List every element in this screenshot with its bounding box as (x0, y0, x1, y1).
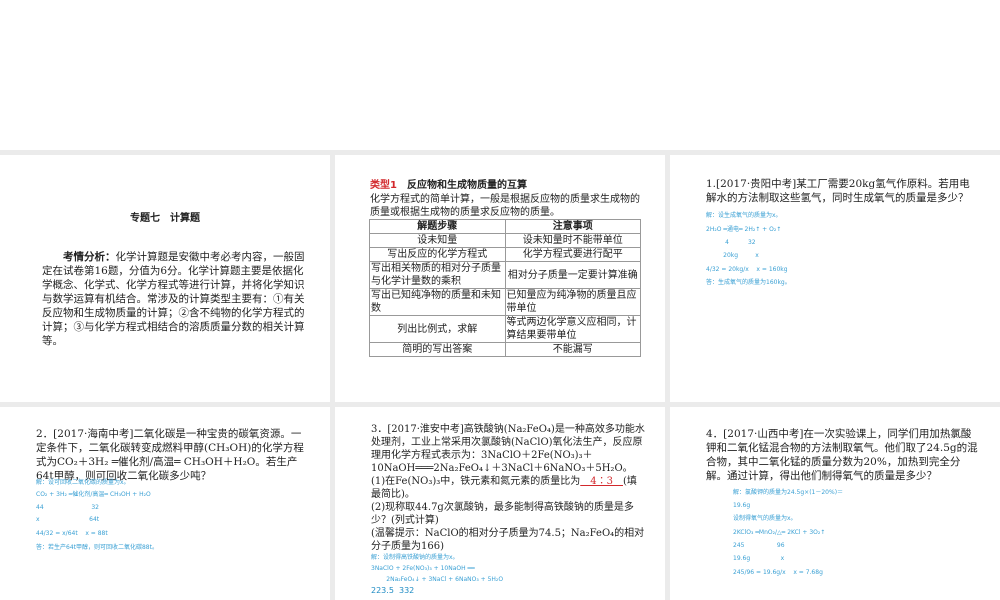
analysis-text: 化学计算题是安徽中考必考内容，一般固定在试卷第16题，分值为6分。化学计算题主要… (42, 251, 305, 347)
part-1-answer: 4∶3 (580, 476, 623, 487)
table-header: 注意事项 (504, 219, 641, 234)
table-cell: 设未知量时不能带单位 (504, 233, 641, 248)
solution-line: 解：设制得高铁酸钠的质量为x。 (371, 554, 459, 561)
solution-line: 44/32 = x/64t x = 88t (36, 530, 108, 537)
solution-line: 设制得氧气的质量为x。 (733, 515, 797, 522)
part-2-text: (2)现称取44.7g次氯酸钠，最多能制得高铁酸钠的质量是多少？(列式计算) (371, 502, 634, 526)
steps-table: 解题步骤 注意事项 设未知量 设未知量时不能带单位 写出反应的化学方程式 化学方程式要… (369, 219, 641, 357)
table-cell: 设未知量 (369, 233, 506, 248)
table-cell: 相对分子质量一定要计算准确 (504, 261, 641, 289)
slide-question-1[interactable]: 1.[2017·贵阳中考]某工厂需要20kg氢气作原料。若用电解水的方法制取这些… (670, 155, 1000, 402)
table-header-row: 解题步骤 注意事项 (369, 219, 641, 234)
solution-line: 3NaClO + 2Fe(NO₃)₃ + 10NaOH ══ (371, 565, 475, 572)
slide-question-2[interactable]: 2．[2017·海南中考]二氧化碳是一种宝贵的碳氧资源。一定条件下，二氧化碳转变… (0, 407, 330, 600)
table-header: 解题步骤 (369, 219, 506, 234)
type-intro: 化学方程式的简单计算，一般是根据反应物的质量求生成物的质量或根据生成物的质量求反… (370, 194, 640, 218)
type-label: 类型1 (370, 180, 397, 191)
table-row: 写出反应的化学方程式 化学方程式要进行配平 (369, 247, 641, 262)
solution-line: 解：氯酸钾的质量为24.5g×(1－20%)＝ (733, 489, 844, 496)
solution-line: 2KClO₃ ═MnO₂/△═ 2KCl + 3O₂↑ (733, 529, 826, 536)
slide-question-3[interactable]: 3．[2017·淮安中考]高铁酸钠(Na₂FeO₄)是一种高效多功能水处理剂，工… (335, 407, 665, 600)
question-text: 1.[2017·贵阳中考]某工厂需要20kg氢气作原料。若用电解水的方法制取这些… (706, 178, 970, 204)
question-text: 3．[2017·淮安中考]高铁酸钠(Na₂FeO₄)是一种高效多功能水处理剂，工… (371, 424, 645, 474)
question-body: 3．[2017·淮安中考]高铁酸钠(Na₂FeO₄)是一种高效多功能水处理剂，工… (371, 423, 646, 553)
table-cell: 等式两边化学意义应相同，计算结果要带单位 (504, 315, 641, 343)
table-cell: 写出反应的化学方程式 (369, 247, 506, 262)
question-text: 2．[2017·海南中考]二氧化碳是一种宝贵的碳氧资源。一定条件下，二氧化碳转变… (36, 428, 304, 482)
solution-line: 解：设生成氧气的质量为x。 (706, 212, 782, 219)
table-row: 简明的写出答案 不能漏写 (369, 342, 641, 357)
part-1-text: (1)在Fe(NO₃)₃中，铁元素和氮元素的质量比为 (371, 476, 581, 487)
slide-type1[interactable]: 类型1 反应物和生成物质量的互算 化学方程式的简单计算，一般是根据反应物的质量求… (335, 155, 665, 402)
solution-line: 44 32 (36, 504, 99, 511)
table-row: 写出已知纯净物的质量和未知数 已知量应为纯净物的质量且应带单位 (369, 288, 641, 316)
table-cell: 化学方程式要进行配平 (504, 247, 641, 262)
slide-question-4[interactable]: 4．[2017·山西中考]在一次实验课上，同学们用加热氯酸钾和二氧化锰混合物的方… (670, 407, 1000, 600)
table-row: 设未知量 设未知量时不能带单位 (369, 233, 641, 248)
table-cell: 列出比例式，求解 (369, 315, 506, 343)
table-row: 写出相关物质的相对分子质量与化学计量数的乘积 相对分子质量一定要计算准确 (369, 261, 641, 289)
table-cell: 写出相关物质的相对分子质量与化学计量数的乘积 (369, 261, 506, 289)
question-text: 4．[2017·山西中考]在一次实验课上，同学们用加热氯酸钾和二氧化锰混合物的方… (706, 428, 978, 482)
solution-line: 19.6g x (733, 555, 785, 562)
part-1: (1)在Fe(NO₃)₃中，铁元素和氮元素的质量比为 4∶3 (填最简比)。 (371, 475, 646, 501)
slide-title: 专题七 计算题 (130, 213, 200, 224)
table-cell: 不能漏写 (504, 342, 641, 357)
hint-text: (温馨提示：NaClO的相对分子质量为74.5；Na₂FeO₄的相对分子质量为1… (371, 528, 645, 552)
solution-line: 2H₂O ═通电═ 2H₂↑ + O₂↑ (706, 226, 782, 233)
solution-line: 223.5 332 (371, 586, 415, 595)
table-cell: 写出已知纯净物的质量和未知数 (369, 288, 506, 316)
solution-line: 245/96 = 19.6g/x x = 7.68g (733, 569, 823, 576)
type-heading: 类型1 反应物和生成物质量的互算 (370, 179, 527, 193)
solution-line: x 64t (36, 516, 100, 523)
table-row: 列出比例式，求解 等式两边化学意义应相同，计算结果要带单位 (369, 315, 641, 343)
table-cell: 已知量应为纯净物的质量且应带单位 (504, 288, 641, 316)
solution-line: 答：生成氧气的质量为160kg。 (706, 279, 791, 286)
solution-line: 解：设可回收二氧化碳的质量为x。 (36, 479, 130, 486)
solution-line: 245 96 (733, 542, 785, 549)
solution-line: 19.6g (733, 502, 751, 509)
solution-line: 20kg x (706, 252, 759, 259)
type-title: 反应物和生成物质量的互算 (396, 180, 527, 191)
slide-topic-intro[interactable]: 专题七 计算题 考情分析：化学计算题是安徽中考必考内容，一般固定在试卷第16题，… (0, 155, 330, 402)
solution-line: 答：若生产64t甲醇，则可回收二氧化碳88t。 (36, 544, 158, 551)
solution-line: 2Na₂FeO₄↓ + 3NaCl + 6NaNO₃ + 5H₂O (371, 576, 504, 583)
analysis-paragraph: 考情分析：化学计算题是安徽中考必考内容，一般固定在试卷第16题，分值为6分。化学… (42, 250, 307, 348)
table-cell: 简明的写出答案 (369, 342, 506, 357)
solution-line: 4/32 = 20kg/x x = 160kg (706, 266, 788, 273)
solution-line: 4 32 (706, 239, 756, 246)
analysis-label: 考情分析： (63, 251, 116, 263)
solution-line: CO₂ + 3H₂ ═催化剂/高温═ CH₃OH + H₂O (36, 491, 151, 498)
